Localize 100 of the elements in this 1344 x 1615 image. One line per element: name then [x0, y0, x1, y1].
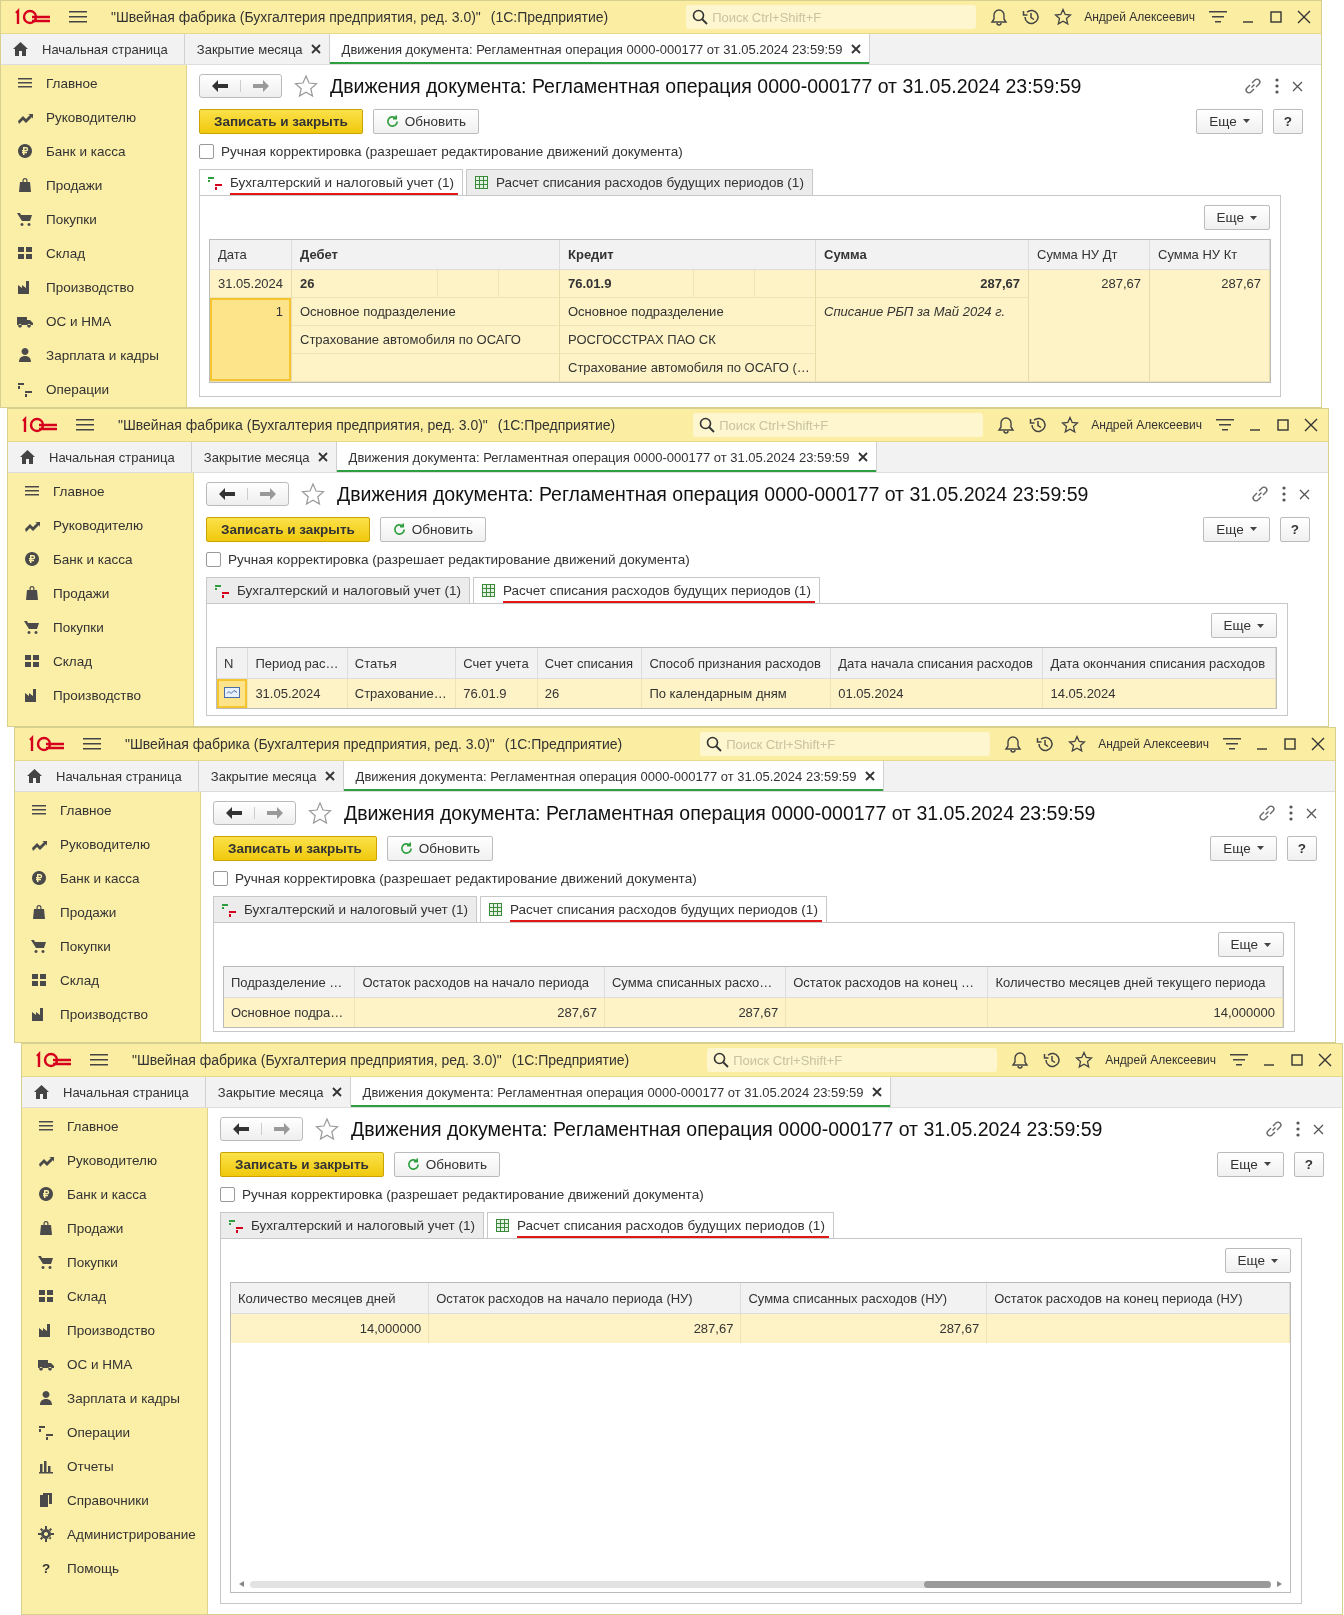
star-icon[interactable] [1068, 735, 1087, 753]
sidebar-item[interactable]: Покупки [8, 610, 193, 644]
sidebar-item[interactable]: Руководителю [15, 827, 200, 861]
sidebar-item[interactable]: Операции [22, 1415, 207, 1449]
more-button[interactable]: Еще [1210, 613, 1277, 638]
sidebar-item[interactable]: Покупки [15, 929, 200, 963]
sidebar-item[interactable]: ОС и НМА [1, 304, 186, 338]
more-dots-icon[interactable] [1295, 1121, 1301, 1137]
star-icon[interactable] [1075, 1051, 1094, 1069]
save-and-close-button[interactable]: Записать и закрыть [213, 835, 377, 861]
history-icon[interactable] [1043, 1051, 1062, 1069]
sidebar-item[interactable]: Отчеты [22, 1449, 207, 1483]
window-tab[interactable]: Начальная страница [8, 442, 192, 472]
form-tab[interactable]: Расчет списания расходов будущих периодов (1) [473, 577, 820, 603]
sidebar-item[interactable]: Банк и касса [15, 861, 200, 895]
link-icon[interactable] [1258, 804, 1276, 822]
form-tab[interactable]: Расчет списания расходов будущих периодов (1) [480, 896, 827, 922]
sidebar-item[interactable]: Зарплата и кадры [22, 1381, 207, 1415]
window-tab[interactable]: Движения документа: Регламентная операция 0000-000177 от 31.05.2024 23:59:59 [343, 761, 884, 791]
sidebar-item[interactable]: Справочники [22, 1483, 207, 1517]
sidebar-item[interactable]: Банк и касса [8, 542, 193, 576]
column-header[interactable]: Сумма НУ Дт [1029, 240, 1150, 270]
sidebar-item[interactable]: Производство [8, 678, 193, 712]
sidebar-item[interactable]: ? Помощь [22, 1551, 207, 1585]
more-button[interactable]: Еще [1203, 205, 1270, 230]
column-header[interactable]: Количество месяцев дней [231, 1283, 429, 1314]
menu-icon[interactable] [69, 10, 87, 24]
sidebar-item[interactable]: Продажи [8, 576, 193, 610]
sidebar-item[interactable]: Склад [1, 236, 186, 270]
menu-icon[interactable] [76, 418, 94, 432]
column-header[interactable]: Сумма [816, 240, 1029, 270]
column-header[interactable]: Остаток расходов на конец … [785, 967, 988, 998]
close-icon[interactable] [864, 771, 875, 781]
help-button[interactable]: ? [1293, 1151, 1324, 1177]
window-tab[interactable]: Закрытие месяца [191, 442, 337, 472]
sidebar-item[interactable]: Производство [22, 1313, 207, 1347]
sidebar-item[interactable]: Покупки [1, 202, 186, 236]
form-tab[interactable]: Бухгалтерский и налоговый учет (1) [220, 1212, 484, 1238]
checkbox[interactable] [206, 551, 221, 567]
close-icon[interactable] [850, 44, 861, 54]
save-and-close-button[interactable]: Записать и закрыть [220, 1151, 384, 1177]
save-and-close-button[interactable]: Записать и закрыть [206, 516, 370, 542]
favorite-star-icon[interactable] [308, 801, 332, 825]
bell-icon[interactable] [997, 416, 1016, 434]
close-icon[interactable] [324, 771, 335, 781]
more-button[interactable]: Еще [1203, 516, 1270, 542]
filter-lines-icon[interactable] [1216, 417, 1234, 433]
window-tab[interactable]: Начальная страница [1, 34, 185, 64]
window-tab[interactable]: Движения документа: Регламентная операция 0000-000177 от 31.05.2024 23:59:59 [329, 34, 870, 64]
window-tab[interactable]: Движения документа: Регламентная операция 0000-000177 от 31.05.2024 23:59:59 [336, 442, 877, 472]
column-header[interactable]: Период рас… [247, 648, 348, 679]
sidebar-item[interactable]: Главное [8, 474, 193, 508]
sidebar-item[interactable]: Продажи [1, 168, 186, 202]
history-icon[interactable] [1029, 416, 1048, 434]
column-header[interactable]: Счет учета [455, 648, 538, 679]
sidebar-item[interactable]: Главное [22, 1109, 207, 1143]
link-icon[interactable] [1244, 77, 1262, 95]
refresh-button[interactable]: Обновить [386, 835, 493, 861]
history-icon[interactable] [1036, 735, 1055, 753]
more-button[interactable]: Еще [1217, 932, 1284, 957]
window-tab[interactable]: Закрытие месяца [205, 1077, 351, 1107]
close-icon[interactable] [317, 452, 328, 462]
scroll-right-arrow-icon[interactable] [1277, 1581, 1282, 1587]
sidebar-item[interactable]: Администрирование [22, 1517, 207, 1551]
sidebar-item[interactable]: Руководителю [1, 100, 186, 134]
form-tab[interactable]: Бухгалтерский и налоговый учет (1) [199, 169, 463, 195]
sidebar-item[interactable]: Главное [15, 793, 200, 827]
navigation-buttons[interactable] [213, 801, 296, 825]
sidebar-item[interactable]: Продажи [15, 895, 200, 929]
sidebar-item[interactable]: Продажи [22, 1211, 207, 1245]
column-header[interactable]: Сумма списанных расхо… [604, 967, 786, 998]
column-header[interactable]: Статья [347, 648, 456, 679]
favorite-star-icon[interactable] [315, 1117, 339, 1141]
column-header[interactable]: Остаток расходов на начало периода [354, 967, 605, 998]
column-header[interactable]: Кредит [560, 240, 816, 270]
column-header[interactable]: Дата [210, 240, 292, 270]
sidebar-item[interactable]: Производство [1, 270, 186, 304]
window-tab[interactable]: Начальная страница [15, 761, 199, 791]
sidebar-item[interactable]: Банк и касса [22, 1177, 207, 1211]
checkbox[interactable] [199, 143, 214, 159]
close-icon[interactable] [1299, 488, 1310, 500]
column-header[interactable]: Подразделение … [224, 967, 355, 998]
maximize-icon[interactable] [1269, 10, 1283, 24]
star-icon[interactable] [1061, 416, 1080, 434]
more-button[interactable]: Еще [1210, 835, 1277, 861]
sidebar-item[interactable]: Зарплата и кадры [1, 338, 186, 372]
more-dots-icon[interactable] [1281, 486, 1287, 502]
sidebar-item[interactable]: Операции [1, 372, 186, 406]
sidebar-item[interactable]: Производство [15, 997, 200, 1031]
sidebar-item[interactable]: Банк и касса [1, 134, 186, 168]
favorite-star-icon[interactable] [301, 482, 325, 506]
column-header[interactable]: N [217, 648, 248, 679]
column-header[interactable]: Сумма НУ Кт [1150, 240, 1270, 270]
history-icon[interactable] [1022, 8, 1041, 26]
help-button[interactable]: ? [1286, 835, 1317, 861]
favorite-star-icon[interactable] [294, 74, 318, 98]
more-button[interactable]: Еще [1196, 108, 1263, 134]
link-icon[interactable] [1265, 1120, 1283, 1138]
close-icon[interactable] [871, 1087, 882, 1097]
close-icon[interactable] [1292, 80, 1303, 92]
